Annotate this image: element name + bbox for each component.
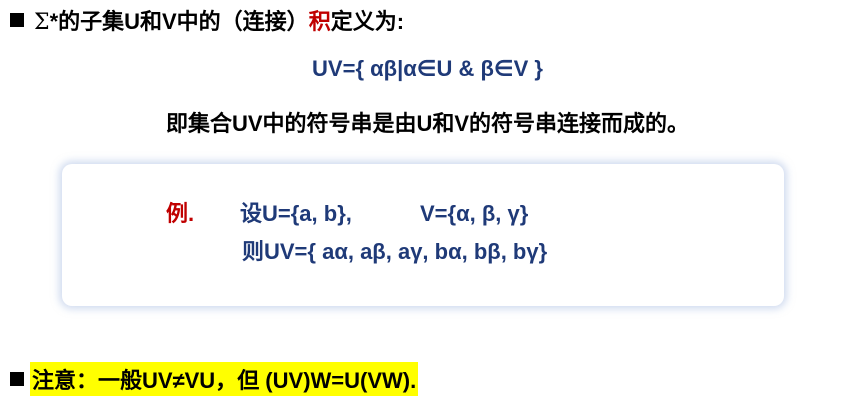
definition-explanation: 即集合UV中的符号串是由U和V的符号串连接而成的。 (165, 111, 690, 136)
example-result: 则UV={ aα, aβ, aγ, bα, bβ, bγ} (242, 239, 548, 264)
example-box: 例. 设U={a, b}, V={α, β, γ} 则UV={ aα, aβ, aγ… (62, 164, 784, 306)
square-bullet-icon (10, 13, 24, 27)
example-line-definitions: 例. 设U={a, b}, V={α, β, γ} (166, 196, 528, 228)
example-label: 例. (166, 201, 195, 226)
definition-formula: UV={ αβ|α∈U & β∈V } (312, 56, 543, 81)
heading-text-before: *的子集U和V中的（连接） (49, 9, 309, 34)
heading-text-after: 定义为: (330, 9, 405, 34)
heading-text: Σ*的子集U和V中的（连接）积定义为: (34, 4, 404, 36)
sigma-symbol: Σ (34, 10, 50, 35)
note-line: 注意：一般UV≠VU，但 (UV)W=U(VW). (10, 362, 419, 396)
example-u-definition: 设U={a, b}, (240, 201, 352, 226)
example-v-definition: V={α, β, γ} (420, 201, 529, 226)
definition-heading: Σ*的子集U和V中的（连接）积定义为: (10, 4, 404, 36)
square-bullet-icon (10, 372, 24, 386)
heading-highlight-word: 积 (308, 9, 331, 34)
note-text: 注意：一般UV≠VU，但 (UV)W=U(VW). (30, 362, 419, 396)
